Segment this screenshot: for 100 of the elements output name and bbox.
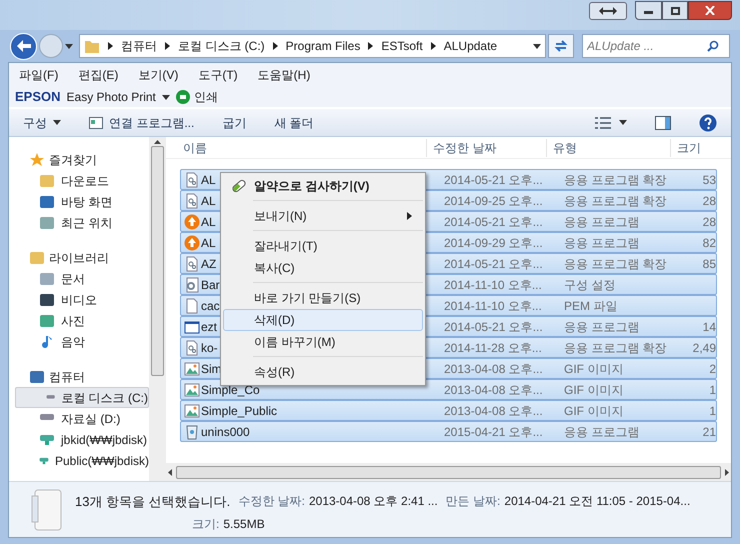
menu-item[interactable]: 보기(V)	[138, 66, 178, 84]
breadcrumb[interactable]: 로컬 디스크 (C:)	[178, 37, 265, 55]
toolbar-button[interactable]: 연결 프로그램...	[89, 114, 194, 132]
menu-option[interactable]: 삭제(D)	[223, 309, 423, 331]
toolbar-button[interactable]: 새 폴더	[274, 114, 314, 132]
view-options-button[interactable]	[595, 116, 627, 128]
refresh-button[interactable]	[548, 34, 574, 58]
date-cell-text: 2013-04-08 오후...	[443, 360, 544, 378]
double-arrow-icon	[599, 7, 617, 15]
refresh-arrows-icon	[554, 39, 568, 53]
size-cell-text: 1	[708, 382, 716, 398]
column-header[interactable]: 크기	[670, 138, 731, 156]
caret-icon	[533, 44, 541, 48]
window-icon	[184, 318, 200, 334]
toolbar-button[interactable]: 굽기	[222, 114, 246, 132]
size-cell-text: 82	[702, 234, 716, 252]
network-drive-icon	[39, 434, 55, 444]
date-cell-text: 2014-11-10 오후...	[443, 298, 543, 314]
date-cell-text: 2014-05-21 오후...	[443, 172, 544, 188]
address-bar[interactable]: 컴퓨터 로컬 디스크 (C:) Program Files ESTsoft ALUpdate	[79, 34, 546, 58]
breadcrumb[interactable]: Program Files	[286, 37, 360, 55]
type-cell-text: 응용 프로그램 확장	[563, 340, 668, 356]
app-dropdown[interactable]: Easy Photo Print	[66, 88, 170, 106]
file-row[interactable]: Simple_Public 2013-04-08 오후... GIF 이미지 1	[180, 400, 717, 421]
sidebar-item[interactable]: 로컬 디스크 (C:)	[15, 387, 149, 408]
file-name: Simple_Co	[201, 382, 260, 398]
menu-item[interactable]: 편집(E)	[78, 66, 118, 84]
sidebar-item[interactable]: 다운로드	[9, 170, 149, 191]
sidebar-item[interactable]: 음악	[9, 331, 149, 352]
sidebar-group[interactable]: 컴퓨터	[9, 366, 149, 387]
sidebar-group[interactable]: 즐겨찾기	[9, 149, 149, 170]
image-file-icon	[184, 402, 200, 418]
minimize-button[interactable]	[635, 1, 662, 20]
gear-document-icon	[184, 256, 200, 272]
search-icon	[707, 40, 719, 52]
caret-icon	[65, 44, 73, 48]
date-cell-text: 2014-11-10 오후...	[443, 276, 543, 294]
image-file-icon	[184, 360, 200, 376]
menu-item[interactable]: 도움말(H)	[258, 66, 310, 84]
sidebar-item[interactable]: jbkid(₩₩jbdisk)	[9, 429, 149, 450]
date-cell-text: 2013-04-08 오후...	[443, 382, 544, 398]
sidebar-item[interactable]: 최근 위치	[9, 212, 149, 233]
gear-document-icon	[184, 172, 200, 188]
chevron-right-icon	[165, 42, 170, 50]
breadcrumb[interactable]: ALUpdate	[444, 37, 498, 55]
help-button[interactable]	[699, 114, 717, 132]
detail-value: 2013-04-08 오후 2:41 ...	[308, 493, 438, 510]
help-icon	[699, 114, 717, 132]
type-cell-text: 응용 프로그램	[563, 234, 640, 252]
resize-button[interactable]	[589, 2, 627, 20]
file-name: cac	[201, 298, 220, 314]
file-row[interactable]: unins000 2015-04-21 오후... 응용 프로그램 21	[180, 421, 717, 442]
close-button[interactable]	[688, 1, 732, 20]
maximize-button[interactable]	[662, 1, 688, 20]
sidebar-item[interactable]: 문서	[9, 268, 149, 289]
list-view-icon	[595, 116, 611, 128]
recycle-bin-icon	[184, 424, 200, 440]
type-cell-text: GIF 이미지	[563, 402, 624, 420]
column-header[interactable]: 이름	[166, 138, 426, 156]
type-cell-text: 응용 프로그램 확장	[563, 256, 668, 272]
file-name: AL	[201, 234, 216, 252]
size-cell-text: 28	[702, 192, 716, 210]
brand-logo: EPSON	[15, 88, 61, 106]
sidebar-item[interactable]: Public(₩₩jbdisk)	[9, 450, 149, 471]
breadcrumb[interactable]: 컴퓨터	[121, 37, 157, 55]
size-cell-text: 2	[708, 360, 716, 378]
date-cell-text: 2014-09-25 오후...	[443, 192, 544, 210]
sidebar-item[interactable]: 자료실 (D:)	[9, 408, 149, 429]
breadcrumb[interactable]: ESTsoft	[381, 37, 423, 55]
sidebar-item[interactable]: 비디오	[9, 289, 149, 310]
date-cell-text: 2014-05-21 오후...	[443, 256, 544, 272]
preview-pane-button[interactable]	[655, 116, 671, 130]
music-note-icon	[39, 334, 55, 350]
horizontal-scrollbar[interactable]	[166, 463, 731, 481]
chevron-right-icon	[272, 42, 278, 50]
file-name: AL	[201, 214, 216, 230]
file-name: Bar	[201, 276, 220, 294]
file-name: Simple_Public	[201, 402, 278, 420]
sidebar-group[interactable]: 라이브러리	[9, 247, 149, 268]
toolbar-button[interactable]: 구성	[23, 114, 61, 132]
chevron-right-icon	[108, 42, 113, 50]
column-header[interactable]: 수정한 날짜	[426, 138, 546, 156]
date-cell-text: 2014-09-29 오후...	[443, 234, 544, 252]
type-cell-text: 구성 설정	[563, 276, 616, 294]
column-header[interactable]: 유형	[546, 138, 670, 156]
sidebar-item[interactable]: 사진	[9, 310, 149, 331]
sidebar-item[interactable]: 바탕 화면	[9, 191, 149, 212]
type-cell-text: GIF 이미지	[563, 360, 624, 378]
type-cell-text: 응용 프로그램	[563, 424, 640, 440]
print-button[interactable]: 인쇄	[176, 88, 218, 106]
caret-icon	[619, 120, 627, 125]
back-button[interactable]	[10, 32, 37, 60]
chevron-right-icon	[430, 42, 436, 50]
size-cell-text: 85	[702, 256, 716, 272]
image-file-icon	[184, 382, 200, 398]
vertical-scrollbar[interactable]	[149, 137, 166, 481]
menu-item[interactable]: 파일(F)	[19, 66, 58, 84]
window-icon	[89, 116, 103, 128]
menu-item[interactable]: 도구(T)	[198, 66, 238, 84]
size-cell-text: 1	[708, 402, 716, 420]
